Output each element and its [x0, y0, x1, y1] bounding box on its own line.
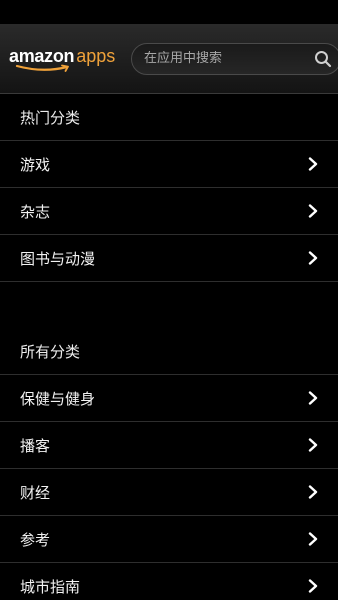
- category-item-podcasts[interactable]: 播客: [0, 422, 338, 469]
- status-bar: [0, 0, 338, 24]
- chevron-right-icon: [308, 532, 318, 546]
- category-label: 城市指南: [20, 577, 81, 596]
- all-categories-header: 所有分类: [0, 328, 338, 375]
- chevron-right-icon: [308, 485, 318, 499]
- search-box[interactable]: [131, 42, 338, 75]
- category-label: 游戏: [20, 155, 51, 174]
- chevron-right-icon: [308, 204, 318, 218]
- logo-product-text: apps: [76, 45, 116, 66]
- category-item-health-fitness[interactable]: 保健与健身: [0, 375, 338, 422]
- category-item-books-comics[interactable]: 图书与动漫: [0, 235, 338, 282]
- category-label: 播客: [20, 436, 51, 455]
- app-header: amazon apps: [0, 24, 338, 94]
- category-item-magazines[interactable]: 杂志: [0, 188, 338, 235]
- chevron-right-icon: [308, 579, 318, 593]
- category-item-reference[interactable]: 参考: [0, 516, 338, 563]
- app-screen: amazonapps 热门分类 游戏 杂志 图书与动漫 所有分类 保健与健身: [0, 0, 338, 600]
- category-label: 杂志: [20, 202, 51, 221]
- chevron-right-icon: [308, 157, 318, 171]
- category-item-city-guides[interactable]: 城市指南: [0, 563, 338, 600]
- amazon-smile-icon: [15, 64, 69, 72]
- category-label: 参考: [20, 530, 51, 549]
- logo-wordmark: amazon apps: [9, 46, 121, 66]
- chevron-right-icon: [308, 438, 318, 452]
- logo-brand-text: amazon: [9, 45, 75, 66]
- category-label: 保健与健身: [20, 389, 96, 408]
- category-item-games[interactable]: 游戏: [0, 141, 338, 188]
- popular-categories-header: 热门分类: [0, 94, 338, 141]
- search-icon[interactable]: [314, 50, 332, 68]
- search-input[interactable]: [144, 51, 314, 66]
- category-item-finance[interactable]: 财经: [0, 469, 338, 516]
- amazon-apps-logo[interactable]: amazon apps: [9, 46, 121, 72]
- chevron-right-icon: [308, 251, 318, 265]
- category-label: 图书与动漫: [20, 249, 96, 268]
- category-label: 财经: [20, 483, 51, 502]
- chevron-right-icon: [308, 391, 318, 405]
